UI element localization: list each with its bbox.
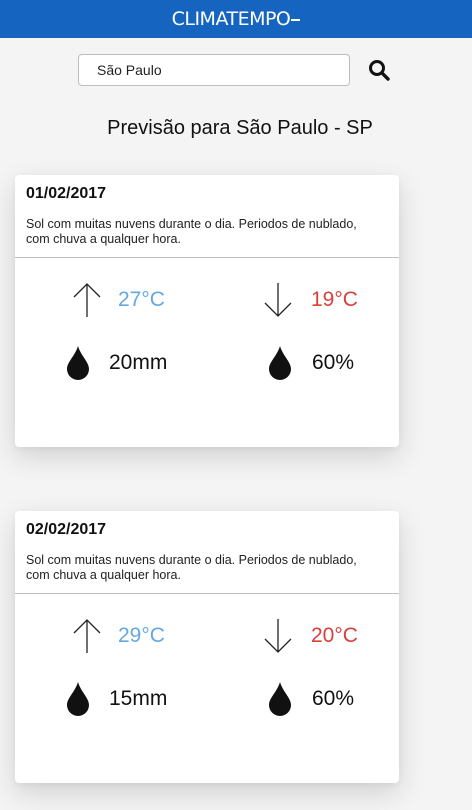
min-temperature-value: 19°C bbox=[311, 288, 358, 311]
raindrop-icon bbox=[67, 682, 89, 716]
arrow-up-icon bbox=[73, 283, 101, 317]
climatempo-logo[interactable]: CLIMATEMPO bbox=[172, 8, 301, 30]
raindrop-icon bbox=[269, 346, 291, 380]
raindrop-icon bbox=[269, 682, 291, 716]
arrow-down-icon bbox=[264, 283, 292, 317]
logo-mark bbox=[291, 19, 301, 21]
precipitation: 20mm bbox=[66, 345, 167, 381]
card-divider bbox=[15, 593, 399, 594]
arrow-up-icon bbox=[73, 619, 101, 653]
humidity: 60% bbox=[268, 345, 354, 381]
forecast-description: Sol com muitas nuvens durante o dia. Per… bbox=[26, 217, 357, 246]
search-button[interactable] bbox=[366, 57, 392, 83]
precipitation: 15mm bbox=[66, 681, 167, 717]
top-bar: CLIMATEMPO bbox=[0, 0, 472, 38]
arrow-down-icon bbox=[264, 619, 292, 653]
raindrop-icon bbox=[67, 346, 89, 380]
forecast-description: Sol com muitas nuvens durante o dia. Per… bbox=[26, 553, 357, 582]
logo-text: CLIMATEMPO bbox=[171, 8, 291, 30]
min-temperature: 19°C bbox=[263, 281, 358, 319]
max-temperature: 29°C bbox=[72, 617, 165, 655]
precipitation-value: 15mm bbox=[109, 687, 168, 710]
humidity-value: 60% bbox=[312, 351, 355, 374]
search-icon bbox=[369, 60, 390, 81]
max-temperature-value: 27°C bbox=[118, 288, 165, 311]
min-temperature-value: 20°C bbox=[311, 624, 358, 647]
precipitation-value: 20mm bbox=[109, 351, 168, 374]
humidity-value: 60% bbox=[312, 687, 355, 710]
search-bar bbox=[78, 54, 394, 86]
card-divider bbox=[15, 257, 399, 258]
humidity: 60% bbox=[268, 681, 354, 717]
forecast-card: 01/02/2017 Sol com muitas nuvens durante… bbox=[15, 175, 399, 447]
max-temperature-value: 29°C bbox=[118, 624, 165, 647]
forecast-card: 02/02/2017 Sol com muitas nuvens durante… bbox=[15, 511, 399, 783]
min-temperature: 20°C bbox=[263, 617, 358, 655]
page-title: Previsão para São Paulo - SP bbox=[107, 117, 373, 139]
max-temperature: 27°C bbox=[72, 281, 165, 319]
forecast-date: 01/02/2017 bbox=[26, 185, 107, 202]
forecast-date: 02/02/2017 bbox=[26, 521, 107, 538]
city-search-input[interactable] bbox=[78, 54, 350, 86]
